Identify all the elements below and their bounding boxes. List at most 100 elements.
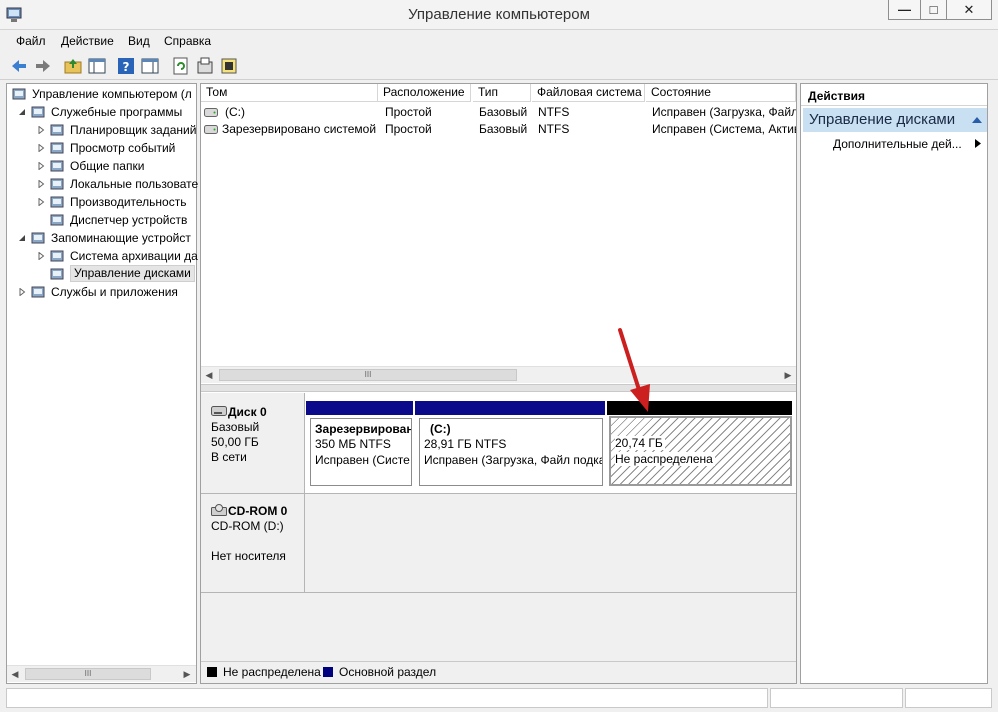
properties-icon[interactable] bbox=[195, 56, 215, 76]
partition-unallocated[interactable]: 20,74 ГБ Не распределена bbox=[609, 416, 792, 486]
tree-item[interactable]: Управление дисками bbox=[7, 265, 196, 283]
minimize-button[interactable]: — bbox=[888, 0, 921, 20]
tree-item-icon bbox=[31, 286, 45, 298]
tree-item[interactable]: Служебные программы bbox=[7, 103, 196, 121]
scroll-left-arrow[interactable]: ◀ bbox=[201, 367, 217, 383]
tree-item-label: Планировщик заданий bbox=[70, 123, 197, 137]
close-button[interactable]: ✕ bbox=[946, 0, 992, 20]
actions-section-disk-management[interactable]: Управление дисками bbox=[803, 108, 987, 132]
tree-item-label: Система архивации да bbox=[70, 249, 198, 263]
tree-item-label: Служебные программы bbox=[51, 105, 183, 119]
tree-item[interactable]: Система архивации да bbox=[7, 247, 198, 265]
partition-status: Исправен (Загрузка, Файл подка bbox=[424, 453, 603, 467]
collapsed-arrow-icon[interactable] bbox=[37, 252, 45, 260]
annotation-arrow bbox=[618, 328, 650, 412]
actions-header-label: Действия bbox=[808, 89, 866, 103]
expanded-arrow-icon[interactable] bbox=[18, 234, 26, 242]
help-icon[interactable]: ? bbox=[116, 56, 136, 76]
volume-name-cell: Зарезервировано системой bbox=[222, 122, 377, 136]
collapsed-arrow-icon[interactable] bbox=[37, 144, 45, 152]
tree-item-label: Управление компьютером (л bbox=[32, 87, 192, 101]
volume-filesystem-cell: NTFS bbox=[538, 122, 570, 136]
partition-status: Исправен (Систе bbox=[315, 453, 410, 467]
disk0-type: Базовый bbox=[211, 420, 260, 434]
tree-item-icon bbox=[50, 196, 64, 208]
volume-layout-cell: Простой bbox=[385, 122, 432, 136]
scroll-right-arrow[interactable]: ▶ bbox=[780, 367, 796, 383]
volume-type-cell: Базовый bbox=[479, 122, 528, 136]
tree-item-label: Общие папки bbox=[70, 159, 145, 173]
table-row[interactable]: (C:) Простой Базовый NTFS Исправен (Загр… bbox=[201, 104, 796, 121]
volume-status-cell: Исправен (Загрузка, Файл bbox=[652, 105, 796, 119]
show-hide-action-pane-icon[interactable] bbox=[140, 56, 160, 76]
refresh-icon[interactable] bbox=[171, 56, 191, 76]
maximize-button[interactable]: □ bbox=[920, 0, 947, 20]
disk0-info[interactable]: Диск 0 Базовый 50,00 ГБ В сети bbox=[201, 393, 305, 493]
up-folder-icon[interactable] bbox=[63, 56, 83, 76]
volume-drive-icon bbox=[204, 108, 218, 117]
collapsed-arrow-icon[interactable] bbox=[37, 180, 45, 188]
console-tree-pane: Управление компьютером (л Служебные прогр… bbox=[6, 83, 198, 684]
tree-item[interactable]: Запоминающие устройст bbox=[7, 229, 196, 247]
volume-list-horizontal-scrollbar[interactable]: ◀ III ▶ bbox=[201, 366, 796, 383]
forward-icon[interactable] bbox=[33, 56, 53, 76]
column-header-layout[interactable]: Расположение bbox=[378, 84, 471, 102]
pane-splitter[interactable] bbox=[201, 384, 796, 392]
tree-item-icon bbox=[31, 106, 45, 118]
partition-size: 20,74 ГБ bbox=[615, 436, 665, 450]
tree-horizontal-scrollbar[interactable]: ◀ III ▶ bbox=[7, 665, 196, 682]
collapsed-arrow-icon[interactable] bbox=[18, 288, 26, 296]
status-panel-3 bbox=[905, 688, 992, 708]
actions-item-more[interactable]: Дополнительные дей... bbox=[803, 134, 987, 152]
tree-item[interactable]: Общие папки bbox=[7, 157, 196, 175]
tree-item[interactable]: Управление компьютером (л bbox=[7, 85, 196, 103]
menu-file[interactable]: Файл bbox=[16, 34, 46, 48]
tree-item[interactable]: Службы и приложения bbox=[7, 283, 196, 301]
tree-item-icon bbox=[12, 88, 26, 100]
tree-item[interactable]: Диспетчер устройств bbox=[7, 211, 196, 229]
status-bar bbox=[0, 686, 998, 712]
partition-status: Не распределена bbox=[615, 452, 715, 466]
collapsed-arrow-icon[interactable] bbox=[37, 126, 45, 134]
tree-item[interactable]: Производительность bbox=[7, 193, 196, 211]
partition-c[interactable]: (C:) 28,91 ГБ NTFS Исправен (Загрузка, Ф… bbox=[419, 418, 603, 486]
tree-item-label: Запоминающие устройст bbox=[51, 231, 191, 245]
tree-item[interactable]: Планировщик заданий bbox=[7, 121, 196, 139]
collapsed-arrow-icon[interactable] bbox=[37, 198, 45, 206]
show-hide-tree-icon[interactable] bbox=[87, 56, 107, 76]
menu-help[interactable]: Справка bbox=[164, 34, 211, 48]
expanded-arrow-icon[interactable] bbox=[18, 108, 26, 116]
volume-list: Том Расположение Тип Файловая система Со… bbox=[201, 84, 796, 384]
column-header-filesystem[interactable]: Файловая система bbox=[532, 84, 645, 102]
tree-item[interactable]: Локальные пользовате bbox=[7, 175, 198, 193]
tree-scroll-thumb[interactable]: III bbox=[25, 668, 151, 680]
partition-bar-c bbox=[415, 401, 605, 415]
scroll-left-arrow[interactable]: ◀ bbox=[7, 666, 23, 682]
title-bar: Управление компьютером — □ ✕ bbox=[0, 0, 998, 30]
volume-list-scroll-thumb[interactable]: III bbox=[219, 369, 517, 381]
disk-map: Диск 0 Базовый 50,00 ГБ В сети Зарезерви… bbox=[201, 393, 796, 666]
cdrom0-status: Нет носителя bbox=[211, 549, 286, 563]
menu-view[interactable]: Вид bbox=[128, 34, 150, 48]
cdrom0-info[interactable]: CD-ROM 0 CD-ROM (D:) Нет носителя bbox=[201, 494, 305, 592]
tree-item[interactable]: Просмотр событий bbox=[7, 139, 196, 157]
tree-item-label: Управление дисками bbox=[70, 265, 195, 282]
actions-section-label: Управление дисками bbox=[809, 111, 956, 128]
status-panel-2 bbox=[770, 688, 903, 708]
collapse-up-icon[interactable] bbox=[971, 115, 983, 124]
tree-item-icon bbox=[50, 250, 64, 262]
column-header-status[interactable]: Состояние bbox=[646, 84, 796, 102]
column-header-volume[interactable]: Том bbox=[201, 84, 378, 102]
disk0-name: Диск 0 bbox=[228, 405, 267, 419]
disk-settings-icon[interactable] bbox=[219, 56, 239, 76]
partition-size: 350 МБ NTFS bbox=[315, 437, 391, 451]
partition-reserved[interactable]: Зарезервирован 350 МБ NTFS Исправен (Сис… bbox=[310, 418, 412, 486]
column-header-type[interactable]: Тип bbox=[473, 84, 531, 102]
scroll-right-arrow[interactable]: ▶ bbox=[179, 666, 195, 682]
table-row[interactable]: Зарезервировано системой Простой Базовый… bbox=[201, 121, 796, 138]
back-icon[interactable] bbox=[9, 56, 29, 76]
menu-action[interactable]: Действие bbox=[61, 34, 114, 48]
tree-item-icon bbox=[50, 178, 64, 190]
collapsed-arrow-icon[interactable] bbox=[37, 162, 45, 170]
tree-item-icon bbox=[50, 124, 64, 136]
